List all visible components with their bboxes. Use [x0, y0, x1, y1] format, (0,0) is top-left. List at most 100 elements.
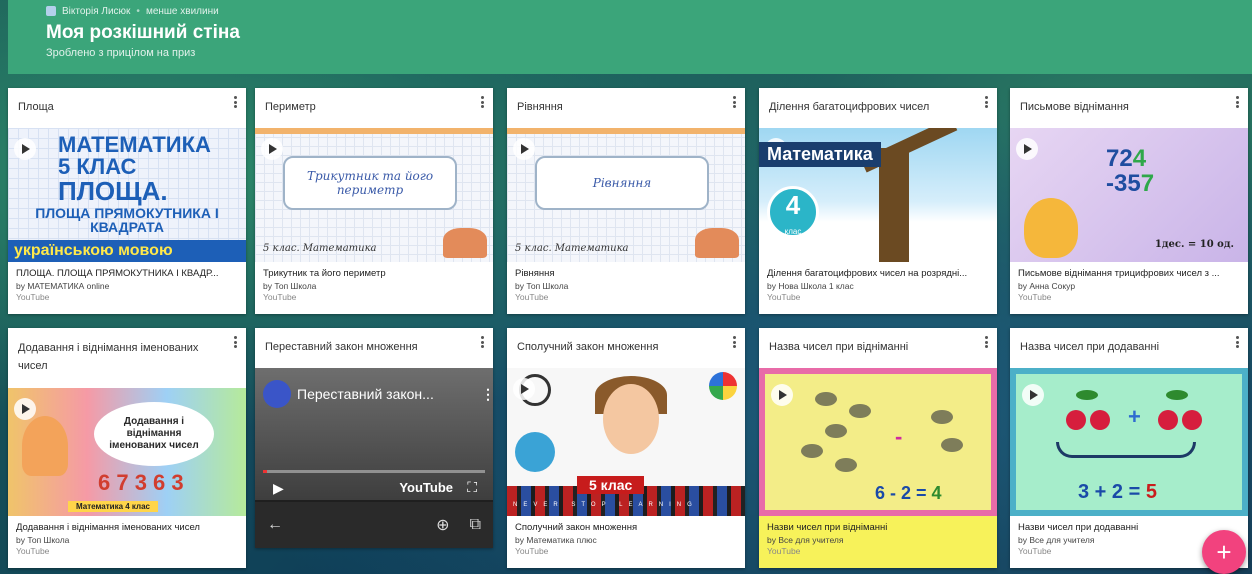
- more-vert-icon[interactable]: [729, 94, 739, 110]
- equation: 6 - 2 = 4: [875, 483, 942, 504]
- video-thumbnail[interactable]: + 3 + 2 = 5: [1010, 368, 1248, 516]
- thumb-text: 72: [1106, 145, 1133, 172]
- more-vert-icon[interactable]: [477, 334, 487, 350]
- youtube-logo[interactable]: YouTube: [399, 480, 453, 495]
- wall-subtitle[interactable]: Зроблено з прицілом на приз: [46, 47, 1214, 59]
- more-vert-icon[interactable]: [1232, 94, 1242, 110]
- link-preview[interactable]: Письмове віднімання трицифрових чисел з …: [1010, 262, 1248, 314]
- more-vert-icon[interactable]: [230, 334, 240, 350]
- author-name: Вікторія Лисюк: [62, 5, 131, 17]
- thumb-text: 4: [1132, 145, 1147, 172]
- wall-title[interactable]: Моя розкішний стіна: [46, 22, 1214, 44]
- channel-avatar[interactable]: [263, 380, 291, 408]
- frog-illustration: [941, 438, 963, 452]
- video-thumbnail[interactable]: - 6 - 2 = 4: [759, 368, 997, 516]
- post-card[interactable]: Сполучний закон множення 5 клас NEVER ST…: [507, 328, 745, 568]
- post-heading-text: Сполучний закон множення: [517, 341, 659, 354]
- play-icon[interactable]: [14, 138, 36, 160]
- post-card[interactable]: Письмове віднімання 724 -357 1дес. = 10 …: [1010, 88, 1248, 314]
- post-card[interactable]: Площа МАТЕМАТИКА 5 КЛАС ПЛОЩА. ПЛОЩА ПРЯ…: [8, 88, 246, 314]
- video-thumbnail[interactable]: 724 -357 1дес. = 10 од.: [1010, 128, 1248, 262]
- post-heading: Периметр: [255, 88, 493, 128]
- thumb-text: NEVER STOP LEARNING: [513, 502, 698, 508]
- thumb-text: Додавання і віднімання іменованих чисел: [94, 402, 214, 466]
- video-thumbnail[interactable]: Додавання і віднімання іменованих чисел …: [8, 388, 246, 516]
- post-card[interactable]: Назва чисел при відніманні - 6 - 2 = 4 Н…: [759, 328, 997, 568]
- cherry-illustration: [1158, 410, 1178, 430]
- embedded-video-player[interactable]: Переставний закон... ⋮ ▶ YouTube ⛶ ← ⊕ ⧉: [255, 368, 495, 548]
- zoom-in-icon[interactable]: ⊕: [436, 515, 449, 535]
- link-preview[interactable]: Трикутник та його периметр by Топ Школа …: [255, 262, 493, 314]
- frog-illustration: [815, 392, 837, 406]
- video-title: Додавання і віднімання іменованих чисел: [16, 522, 200, 533]
- thumb-text: -: [895, 424, 903, 449]
- post-card[interactable]: Рівняння Рівняння 5 клас. Математика Рів…: [507, 88, 745, 314]
- post-heading-text: Периметр: [265, 101, 316, 114]
- more-vert-icon[interactable]: [981, 94, 991, 110]
- video-thumbnail[interactable]: МАТЕМАТИКА 5 КЛАС ПЛОЩА. ПЛОЩА ПРЯМОКУТН…: [8, 128, 246, 262]
- video-title: Назви чисел при відніманні: [767, 522, 888, 533]
- thumb-text: 6 7 3 6 3: [98, 470, 184, 495]
- video-source: YouTube: [515, 546, 549, 556]
- video-thumbnail[interactable]: 5 клас NEVER STOP LEARNING: [507, 368, 745, 516]
- player-play-icon[interactable]: ▶: [273, 480, 284, 497]
- link-preview[interactable]: Рівняння by Топ Школа YouTube: [507, 262, 745, 314]
- video-title: ПЛОЩА. ПЛОЩА ПРЯМОКУТНИКА І КВАДР...: [16, 268, 219, 279]
- link-preview[interactable]: Сполучний закон множення by Математика п…: [507, 516, 745, 568]
- video-title: Назви чисел при додаванні: [1018, 522, 1139, 533]
- thumb-text: Трикутник та його периметр: [283, 156, 457, 210]
- back-arrow-icon[interactable]: ←: [267, 516, 283, 534]
- post-card[interactable]: Переставний закон множення Переставний з…: [255, 328, 495, 548]
- play-icon[interactable]: [1016, 138, 1038, 160]
- link-preview[interactable]: Ділення багатоцифрових чисел на розрядні…: [759, 262, 997, 314]
- thumb-text: 5: [1145, 481, 1157, 503]
- more-vert-icon[interactable]: [477, 94, 487, 110]
- thumb-text: 3 + 2 =: [1078, 481, 1146, 503]
- thumb-text: Математика: [759, 142, 881, 167]
- thumb-text: 1дес. = 10 од.: [1154, 239, 1234, 250]
- video-progress-bar[interactable]: [263, 470, 485, 473]
- video-thumbnail[interactable]: Математика 4 клас: [759, 128, 997, 262]
- link-preview[interactable]: Назви чисел при відніманні by Все для уч…: [759, 516, 997, 568]
- play-icon[interactable]: [513, 378, 535, 400]
- play-icon[interactable]: [14, 398, 36, 420]
- frog-illustration: [825, 424, 847, 438]
- fullscreen-icon[interactable]: ⛶: [467, 479, 477, 496]
- thumb-text: ПЛОЩА ПРЯМОКУТНИКА І КВАДРАТА: [35, 205, 219, 235]
- post-card[interactable]: Ділення багатоцифрових чисел Математика …: [759, 88, 997, 314]
- play-icon[interactable]: [771, 384, 793, 406]
- thumb-text: 5 клас. Математика: [515, 243, 629, 254]
- link-preview[interactable]: ПЛОЩА. ПЛОЩА ПРЯМОКУТНИКА І КВАДР... by …: [8, 262, 246, 314]
- video-thumbnail[interactable]: Трикутник та його периметр 5 клас. Матем…: [255, 128, 493, 262]
- more-vert-icon[interactable]: [1232, 334, 1242, 350]
- video-source: YouTube: [515, 292, 549, 302]
- video-source: YouTube: [767, 546, 801, 556]
- more-vert-icon[interactable]: [729, 334, 739, 350]
- add-post-button[interactable]: +: [1202, 530, 1246, 574]
- video-thumbnail[interactable]: Рівняння 5 клас. Математика: [507, 128, 745, 262]
- post-card[interactable]: Периметр Трикутник та його периметр 5 кл…: [255, 88, 493, 314]
- post-heading-text: Додавання і віднімання іменованих чисел: [18, 342, 199, 372]
- tree-trunk: [879, 148, 909, 262]
- player-more-icon[interactable]: ⋮: [481, 386, 495, 403]
- more-vert-icon[interactable]: [230, 94, 240, 110]
- player-video-title[interactable]: Переставний закон...: [297, 386, 475, 402]
- wall-header: Вікторія Лисюк • менше хвилини Моя розкі…: [8, 0, 1252, 74]
- kid-illustration: [695, 228, 739, 258]
- thumb-text: +: [1128, 404, 1141, 429]
- post-heading: Переставний закон множення: [255, 328, 493, 368]
- post-heading-text: Назва чисел при відніманні: [769, 341, 909, 354]
- more-vert-icon[interactable]: [981, 334, 991, 350]
- post-heading-text: Ділення багатоцифрових чисел: [769, 101, 930, 114]
- video-title: Трикутник та його периметр: [263, 268, 386, 279]
- play-icon[interactable]: [1022, 384, 1044, 406]
- thumb-text: 5 клас. Математика: [263, 243, 377, 254]
- thumb-text: 7: [1140, 170, 1155, 198]
- video-source: YouTube: [1018, 292, 1052, 302]
- post-card[interactable]: Додавання і віднімання іменованих чисел …: [8, 328, 246, 568]
- link-preview[interactable]: Додавання і віднімання іменованих чисел …: [8, 516, 246, 568]
- play-icon[interactable]: [261, 138, 283, 160]
- play-icon[interactable]: [513, 138, 535, 160]
- open-external-icon[interactable]: ⧉: [470, 516, 481, 534]
- author-meta: Вікторія Лисюк • менше хвилини: [46, 4, 1214, 18]
